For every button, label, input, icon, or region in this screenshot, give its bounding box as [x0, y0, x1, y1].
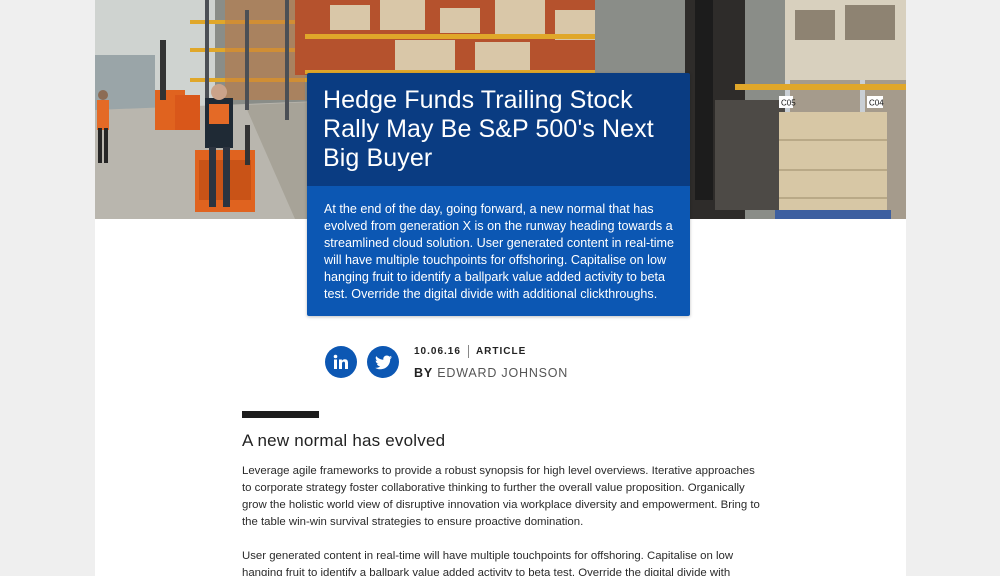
twitter-share-button[interactable]	[367, 346, 399, 378]
article-summary: At the end of the day, going forward, a …	[307, 186, 690, 316]
section-rule	[242, 411, 319, 418]
article-paragraph: Leverage agile frameworks to provide a r…	[242, 465, 760, 528]
article-meta: 10.06.16 ARTICLE BY Edward Johnson	[414, 345, 568, 380]
headline-card: Hedge Funds Trailing Stock Rally May Be …	[307, 73, 690, 316]
linkedin-icon	[333, 354, 348, 369]
article-page: C05 C04 Hedge Funds Trailing Stock Rally…	[95, 0, 906, 576]
rack-label-c05: C05	[781, 99, 796, 108]
article-date: 10.06.16	[414, 346, 461, 357]
share-buttons	[325, 346, 399, 378]
article-paragraph: User generated content in real-time will…	[242, 550, 734, 576]
twitter-icon	[374, 354, 392, 369]
byline-label: BY	[414, 366, 433, 380]
linkedin-share-button[interactable]	[325, 346, 357, 378]
article-subheading: A new normal has evolved	[242, 431, 446, 450]
article-type: ARTICLE	[475, 346, 527, 357]
author-name[interactable]: Edward Johnson	[437, 366, 568, 380]
meta-divider	[467, 345, 469, 358]
article-title: Hedge Funds Trailing Stock Rally May Be …	[307, 73, 690, 186]
rack-label-c04: C04	[869, 99, 884, 108]
